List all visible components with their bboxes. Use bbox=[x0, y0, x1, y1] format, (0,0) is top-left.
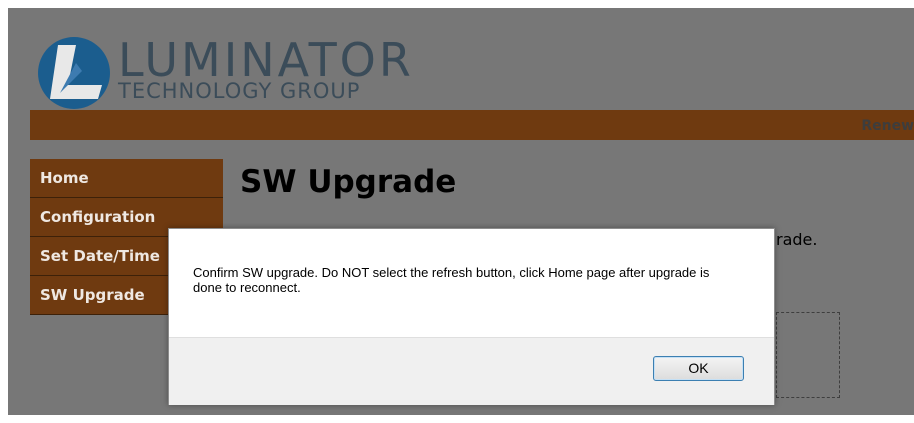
sidebar-item-home[interactable]: Home bbox=[30, 159, 223, 198]
logo-text-sub: TECHNOLOGY GROUP bbox=[118, 79, 361, 103]
logo-circle-icon bbox=[38, 37, 110, 109]
upload-area-box bbox=[776, 312, 840, 398]
page: LUMINATOR TECHNOLOGY GROUP Renew Home Co… bbox=[0, 0, 914, 423]
top-bar: Renew bbox=[30, 110, 914, 140]
confirm-dialog: Confirm SW upgrade. Do NOT select the re… bbox=[168, 228, 775, 405]
ok-button[interactable]: OK bbox=[653, 356, 744, 381]
dialog-message: Confirm SW upgrade. Do NOT select the re… bbox=[193, 265, 710, 295]
page-title: SW Upgrade bbox=[240, 164, 457, 200]
obscured-instruction-text: rade. bbox=[776, 230, 818, 249]
luminator-logo: LUMINATOR TECHNOLOGY GROUP bbox=[36, 33, 456, 113]
logo-text-main: LUMINATOR bbox=[118, 33, 414, 87]
dialog-footer: OK bbox=[169, 337, 774, 405]
renew-link[interactable]: Renew bbox=[861, 118, 914, 134]
